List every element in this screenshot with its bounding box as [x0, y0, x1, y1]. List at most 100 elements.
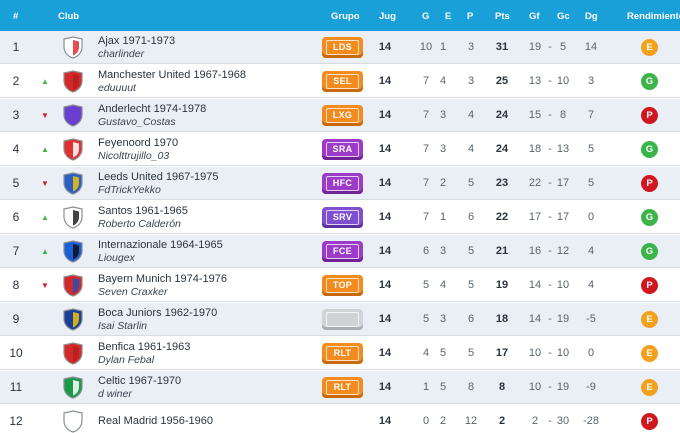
performance-badge[interactable]: E [641, 39, 658, 56]
club-name-link[interactable]: Celtic 1967-1970 [98, 375, 181, 388]
table-row[interactable]: 9 Boca Juniors 1962-1970 Isai Starlin 14 5 3 6… [0, 303, 680, 336]
club-crest-icon[interactable] [63, 342, 83, 365]
played-value: 14 [378, 381, 392, 393]
table-row[interactable]: 10 Benfica 1961-1963 Dylan Febal RLT 14 4 5 5 17… [0, 337, 680, 370]
table-row[interactable]: 3 ▼ Anderlecht 1974-1978 Gustavo_Costas LXG 1… [0, 99, 680, 132]
header-drawn[interactable]: E [445, 11, 451, 22]
group-badge[interactable]: SRV [322, 207, 363, 228]
group-badge[interactable]: RLT [322, 343, 363, 364]
manager-name-link[interactable]: Liougex [98, 252, 135, 264]
table-row[interactable]: 6 ▲ Santos 1961-1965 Roberto Calderón SRV 14 7… [0, 201, 680, 234]
trend-up-icon: ▲ [41, 145, 49, 154]
won-value: 7 [422, 143, 430, 155]
performance-badge[interactable]: P [641, 413, 658, 430]
performance-badge[interactable]: G [641, 209, 658, 226]
performance-badge[interactable]: G [641, 73, 658, 90]
group-label: TOP [326, 278, 359, 293]
goals-for-value: 14 [528, 279, 542, 291]
goals-for-value: 10 [528, 347, 542, 359]
club-crest-icon[interactable] [63, 410, 83, 433]
group-badge[interactable]: SRA [322, 139, 363, 160]
club-crest-icon[interactable] [63, 104, 83, 127]
group-badge[interactable]: SEL [322, 71, 363, 92]
table-row[interactable]: 12 Real Madrid 1956-1960 14 0 2 12 2 2-30 -28 P [0, 405, 680, 433]
table-row[interactable]: 8 ▼ Bayern Munich 1974-1976 Seven Craxker TO… [0, 269, 680, 302]
goals-against-value: 30 [556, 415, 570, 427]
club-crest-icon[interactable] [63, 240, 83, 263]
club-name-link[interactable]: Internazionale 1964-1965 [98, 239, 223, 252]
manager-name-link[interactable]: Roberto Calderón [98, 218, 181, 230]
group-badge[interactable]: HFC [322, 173, 363, 194]
header-lost[interactable]: P [467, 11, 473, 22]
points-value: 19 [495, 279, 509, 291]
club-crest-icon[interactable] [63, 36, 83, 59]
header-club[interactable]: Club [58, 11, 79, 22]
group-badge[interactable]: LXG [322, 105, 363, 126]
performance-badge[interactable]: E [641, 379, 658, 396]
club-crest-icon[interactable] [63, 274, 83, 297]
performance-badge[interactable]: P [641, 277, 658, 294]
table-row[interactable]: 5 ▼ Leeds United 1967-1975 FdTrickYekko HFC 1… [0, 167, 680, 200]
header-played[interactable]: Jug [379, 11, 396, 22]
header-group[interactable]: Grupo [331, 11, 360, 22]
club-crest-icon[interactable] [63, 138, 83, 161]
position-number: 9 [12, 312, 20, 326]
club-name-link[interactable]: Feyenoord 1970 [98, 137, 178, 150]
performance-badge[interactable]: E [641, 345, 658, 362]
performance-badge[interactable]: E [641, 311, 658, 328]
header-goals-against[interactable]: Gc [557, 11, 570, 22]
header-goal-diff[interactable]: Dg [585, 11, 598, 22]
group-badge[interactable] [322, 309, 363, 330]
club-crest-icon[interactable] [63, 376, 83, 399]
manager-name-link[interactable]: charlinder [98, 48, 144, 60]
table-row[interactable]: 2 ▲ Manchester United 1967-1968 eduuuut SEL 1… [0, 65, 680, 98]
club-crest-icon[interactable] [63, 172, 83, 195]
club-crest-icon[interactable] [63, 206, 83, 229]
header-won[interactable]: G [422, 11, 429, 22]
manager-name-link[interactable]: Gustavo_Costas [98, 116, 176, 128]
header-goals-for[interactable]: Gf [529, 11, 540, 22]
manager-name-link[interactable]: Isai Starlin [98, 320, 147, 332]
manager-name-link[interactable]: Dylan Febal [98, 354, 154, 366]
table-row[interactable]: 4 ▲ Feyenoord 1970 Nicolttrujillo_03 SRA 14 7 3… [0, 133, 680, 166]
performance-badge[interactable]: G [641, 243, 658, 260]
club-name-link[interactable]: Anderlecht 1974-1978 [98, 103, 206, 116]
club-crest-icon[interactable] [63, 308, 83, 331]
table-row[interactable]: 1 Ajax 1971-1973 charlinder LDS 14 10 1 3 31 19-5… [0, 31, 680, 64]
group-badge[interactable]: RLT [322, 377, 363, 398]
group-badge[interactable]: LDS [322, 37, 363, 58]
header-points[interactable]: Pts [495, 11, 510, 22]
trend-none [39, 303, 51, 336]
club-name-link[interactable]: Leeds United 1967-1975 [98, 171, 218, 184]
club-name-link[interactable]: Boca Juniors 1962-1970 [98, 307, 217, 320]
goal-diff-value: 4 [587, 245, 595, 257]
goal-diff-value: 7 [587, 109, 595, 121]
club-name-link[interactable]: Santos 1961-1965 [98, 205, 188, 218]
club-name-link[interactable]: Bayern Munich 1974-1976 [98, 273, 227, 286]
manager-name-link[interactable]: eduuuut [98, 82, 136, 94]
performance-badge[interactable]: P [641, 175, 658, 192]
played-value: 14 [378, 109, 392, 121]
group-badge[interactable]: FCE [322, 241, 363, 262]
table-row[interactable]: 7 ▲ Internazionale 1964-1965 Liougex FCE 14 6 3… [0, 235, 680, 268]
table-row[interactable]: 11 Celtic 1967-1970 d winer RLT 14 1 5 8 8 10-19-… [0, 371, 680, 404]
performance-badge[interactable]: P [641, 107, 658, 124]
club-name-link[interactable]: Real Madrid 1956-1960 [98, 415, 213, 428]
goals-against-value: 17 [556, 177, 570, 189]
goal-diff-value: 0 [587, 211, 595, 223]
header-performance[interactable]: Rendimiento [627, 11, 680, 22]
club-crest-icon[interactable] [63, 70, 83, 93]
club-name-link[interactable]: Benfica 1961-1963 [98, 341, 190, 354]
manager-name-link[interactable]: Nicolttrujillo_03 [98, 150, 169, 162]
manager-name-link[interactable]: Seven Craxker [98, 286, 167, 298]
club-name-link[interactable]: Manchester United 1967-1968 [98, 69, 246, 82]
points-value: 25 [495, 75, 509, 87]
manager-name-link[interactable]: d winer [98, 388, 132, 400]
performance-badge[interactable]: G [641, 141, 658, 158]
group-badge[interactable]: TOP [322, 275, 363, 296]
position-number: 5 [12, 176, 20, 190]
club-name-link[interactable]: Ajax 1971-1973 [98, 35, 175, 48]
played-value: 14 [378, 41, 392, 53]
manager-name-link[interactable]: FdTrickYekko [98, 184, 161, 196]
goals-for-value: 19 [528, 41, 542, 53]
